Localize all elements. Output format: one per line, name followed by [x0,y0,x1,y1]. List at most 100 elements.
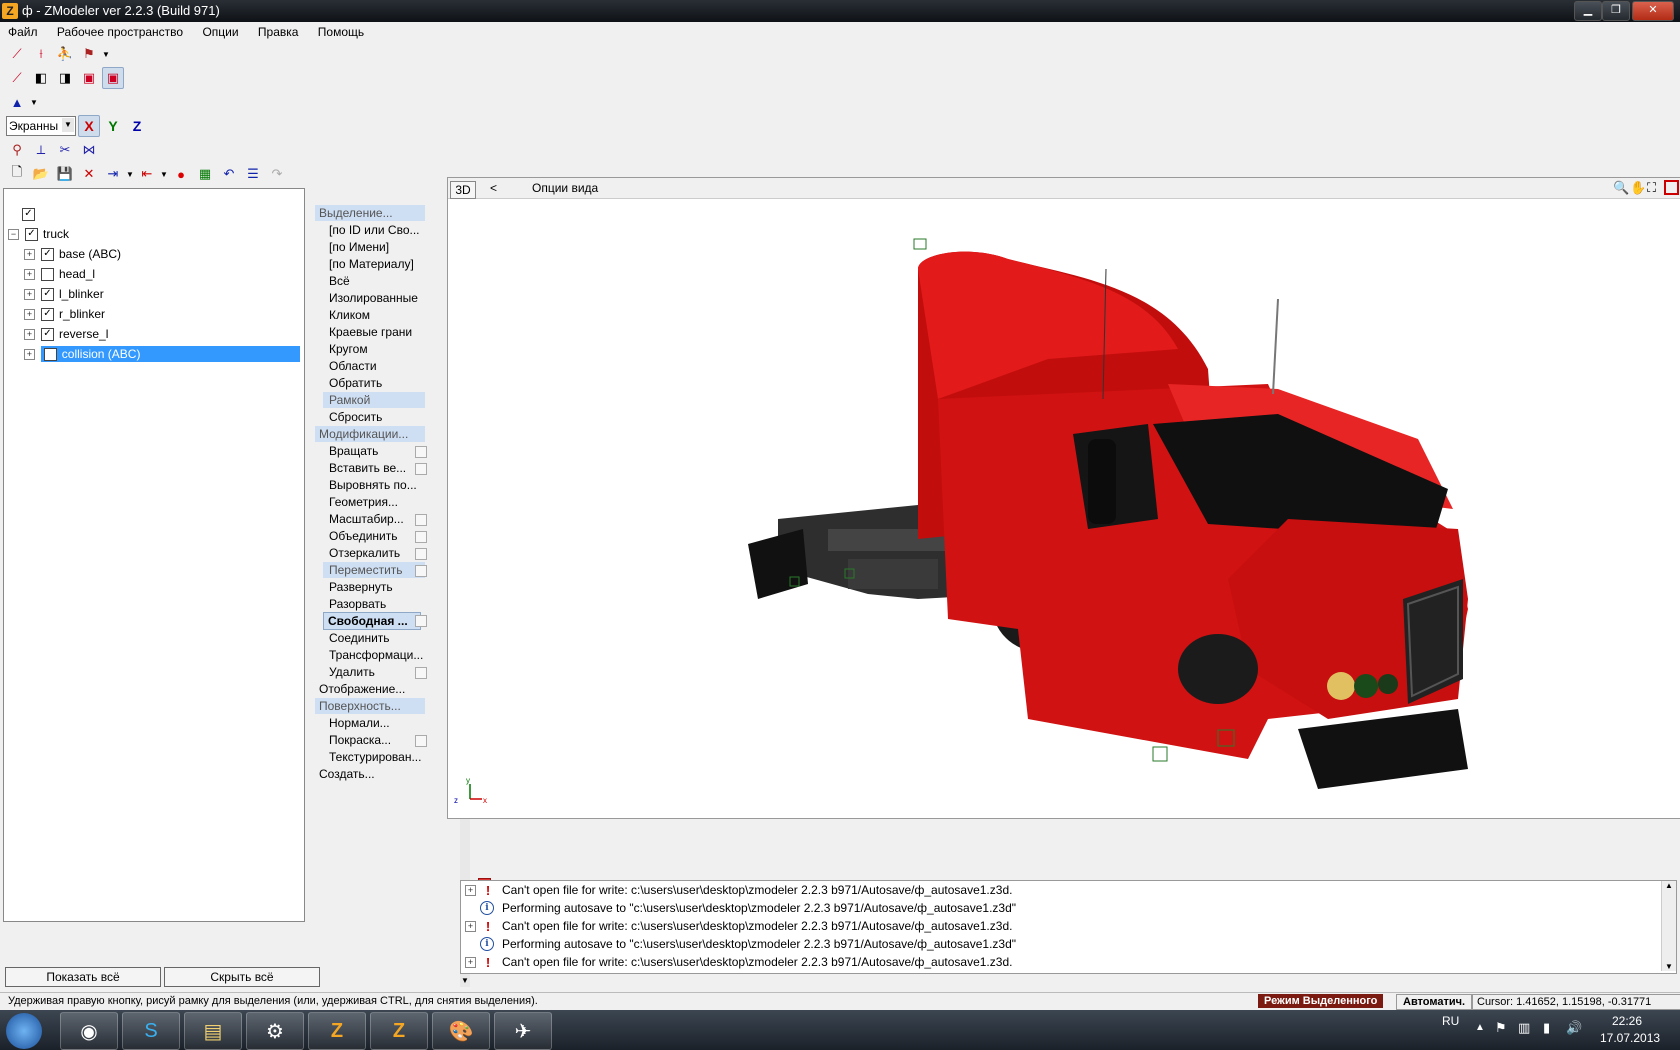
hide-all-button[interactable]: Скрыть всё [164,967,320,987]
cmd-merge-options[interactable] [415,531,427,543]
collapse-icon[interactable]: − [8,228,19,240]
cmd-free-transform[interactable]: Свободная ... [323,612,421,630]
show-hidden-icons[interactable]: ▲ [1475,1022,1485,1033]
cmd-mirror[interactable]: Отзеркалить [329,545,400,561]
cmd-delete[interactable]: Удалить [329,664,375,680]
cmd-scale-options[interactable] [415,514,427,526]
menu-workspace[interactable]: Рабочее пространство [49,23,191,41]
face-mode-icon[interactable]: ◨ [54,67,76,89]
game-taskbar-icon[interactable]: ✈ [494,1012,552,1050]
redo-icon[interactable]: ↷ [266,163,288,185]
cmd-flip[interactable]: Развернуть [329,579,393,595]
cmd-select-frame[interactable]: Рамкой [323,392,425,408]
chevron-down-icon[interactable]: ▼ [160,170,168,179]
vertex-mode-icon[interactable]: ⟋ [6,67,28,89]
expand-icon[interactable]: + [24,288,35,300]
expand-icon[interactable]: + [24,308,35,320]
log-row[interactable]: + ! Can't open file for write: c:\users\… [465,881,1012,899]
cmd-scale[interactable]: Масштабир... [329,511,404,527]
display-section[interactable]: Отображение... [319,681,405,697]
cmd-free-options[interactable] [415,615,427,627]
flag-icon[interactable]: ⚑ [1495,1020,1507,1036]
properties-icon[interactable]: ☰ [242,163,264,185]
cmd-select-by-material[interactable]: [по Материалу] [329,256,414,272]
cmd-insert[interactable]: Вставить ве... [329,460,406,476]
cmd-select-by-name[interactable]: [по Имени] [329,239,389,255]
maximize-view-icon[interactable] [1664,180,1679,195]
export-icon[interactable]: ⇤ [136,163,158,185]
expand-icon[interactable]: + [24,328,35,340]
checkbox-checked-icon[interactable]: ✓ [41,327,54,341]
chevron-down-icon[interactable]: ▼ [30,98,38,107]
cmd-connect[interactable]: Соединить [329,630,390,646]
cmd-rotate-options[interactable] [415,446,427,458]
open-folder-icon[interactable]: 📂 [30,163,52,185]
scroll-up-icon[interactable]: ▲ [1662,881,1676,890]
tree-item[interactable]: + head_l [24,265,95,283]
checkbox-unchecked-icon[interactable] [43,347,57,361]
cmd-rotate[interactable]: Вращать [329,443,378,459]
chrome-taskbar-icon[interactable]: ◉ [60,1012,118,1050]
cmd-paint[interactable]: Покраска... [329,732,391,748]
cmd-detach[interactable]: Разорвать [329,596,386,612]
start-button[interactable] [6,1013,42,1049]
skype-taskbar-icon[interactable]: S [122,1012,180,1050]
fit-icon[interactable]: ⛶ [1647,180,1656,196]
cmd-align[interactable]: Выровнять по... [329,477,417,493]
language-indicator[interactable]: RU [1442,1014,1459,1028]
menu-options[interactable]: Опции [194,23,246,41]
cmd-select-click[interactable]: Кликом [329,307,370,323]
log-scrollbar[interactable]: ▲ ▼ [1661,881,1676,971]
chevron-down-icon[interactable]: ▼ [62,118,74,132]
checkbox-checked-icon[interactable]: ✓ [25,227,38,241]
auto-mode-indicator[interactable]: Автоматич. [1396,994,1473,1010]
cmd-select-area[interactable]: Области [329,358,377,374]
log-row[interactable]: + ! Can't open file for write: c:\users\… [465,953,1012,971]
record-icon[interactable]: ● [170,163,192,185]
axis-z-toggle[interactable]: Z [126,115,148,137]
tree-item[interactable]: + ✓ reverse_l [24,325,108,343]
pan-icon[interactable]: ✋ [1630,180,1646,196]
zmodeler-taskbar-icon-2[interactable]: Z [370,1012,428,1050]
checkbox-checked-icon[interactable]: ✓ [22,207,35,221]
menu-edit[interactable]: Правка [250,23,307,41]
select-object-icon[interactable]: ⚑ [78,43,100,65]
weld-icon[interactable]: ⋈ [78,139,100,161]
chevron-down-icon[interactable]: ▼ [102,50,110,59]
calculator-icon[interactable]: ▦ [194,163,216,185]
cmd-select-border-edges[interactable]: Краевые грани [329,324,412,340]
undo-icon[interactable]: ↶ [218,163,240,185]
delete-icon[interactable]: ✕ [78,163,100,185]
selection-mode-indicator[interactable]: Режим Выделенного [1258,994,1384,1008]
minimize-button[interactable]: ▁ [1574,1,1602,21]
surface-section-header[interactable]: Поверхность... [315,698,425,714]
checkbox-checked-icon[interactable]: ✓ [41,247,54,261]
expand-icon[interactable]: + [465,956,476,968]
magnet-icon[interactable]: ⚲ [6,139,28,161]
scroll-down-icon[interactable]: ▼ [1662,962,1676,971]
scroll-down-icon[interactable]: ▼ [461,976,469,985]
show-all-button[interactable]: Показать всё [5,967,161,987]
explorer-taskbar-icon[interactable]: ▤ [184,1012,242,1050]
back-button[interactable]: < [490,181,497,195]
expand-icon[interactable]: + [465,884,476,896]
object-mode-icon[interactable]: ▣ [78,67,100,89]
cmd-select-by-id[interactable]: [по ID или Сво... [329,222,420,238]
tree-item[interactable]: + ✓ r_blinker [24,305,105,323]
clock-time[interactable]: 22:26 [1612,1014,1642,1028]
tree-item-selected[interactable]: + collision (ABC) [24,345,300,363]
cmd-texturing[interactable]: Текстурирован... [329,749,421,765]
network-icon[interactable]: ▥ [1518,1020,1530,1036]
select-section-header[interactable]: Выделение... [315,205,425,221]
cmd-transform[interactable]: Трансформаци... [329,647,423,663]
cmd-geometry[interactable]: Геометрия... [329,494,398,510]
create-section[interactable]: Создать... [319,766,375,782]
power-icon[interactable]: ▮ [1543,1020,1550,1036]
import-icon[interactable]: ⇥ [102,163,124,185]
cmd-delete-options[interactable] [415,667,427,679]
expand-icon[interactable]: + [24,348,35,360]
snap-icon[interactable]: ⟂ [30,139,52,161]
select-edge-icon[interactable]: ⟊ [30,43,52,65]
tree-root-checkbox[interactable]: ✓ [22,205,40,223]
cmd-paint-options[interactable] [415,735,427,747]
